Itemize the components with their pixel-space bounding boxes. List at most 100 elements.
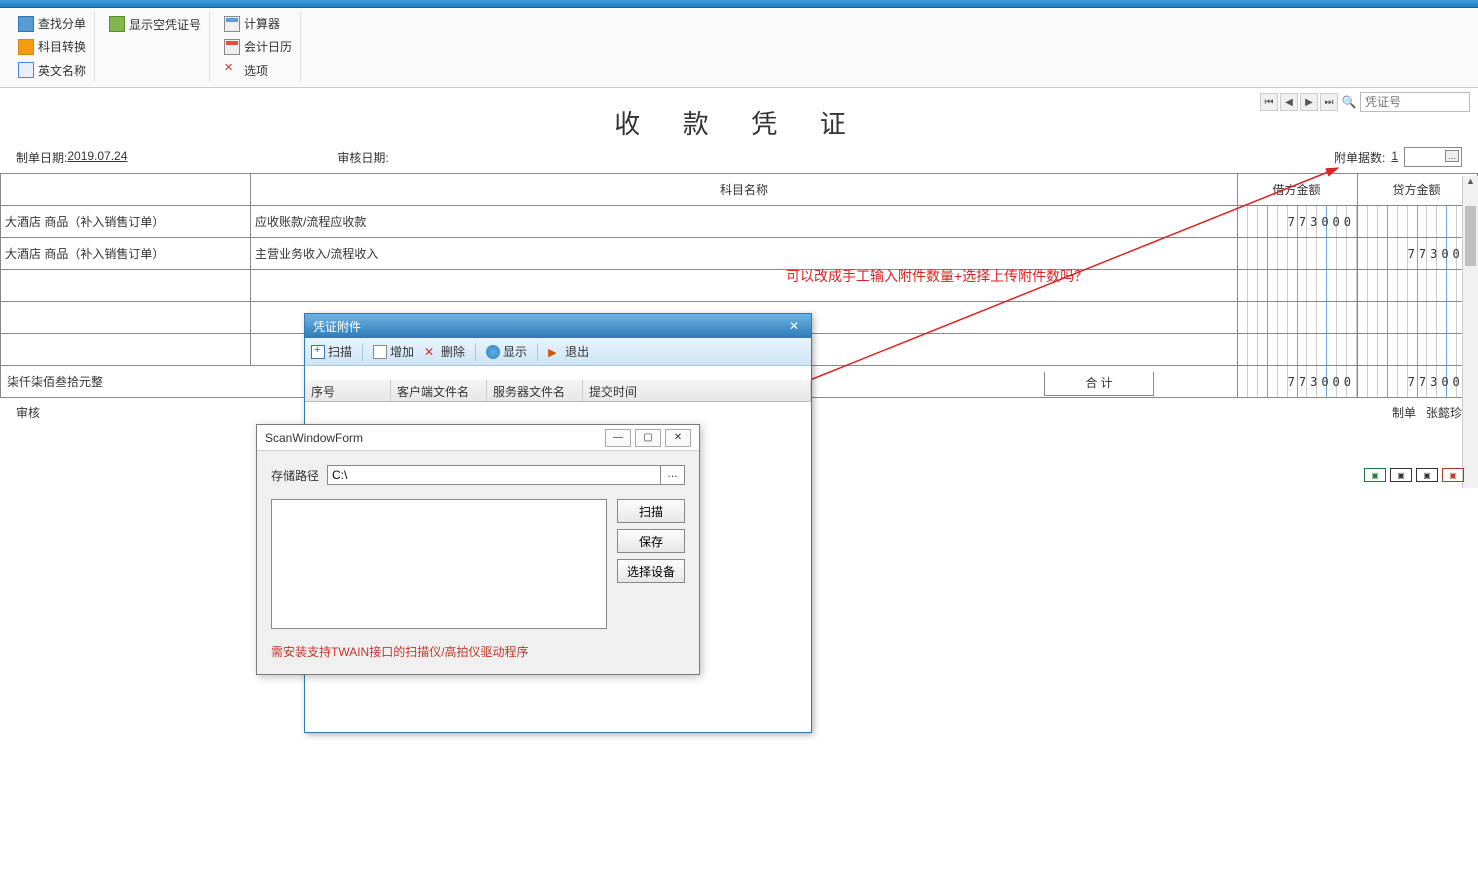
cell-summary[interactable] xyxy=(1,270,251,302)
th-debit: 借方金额 xyxy=(1238,174,1358,206)
options-icon xyxy=(224,62,240,78)
scan-note: 需安装支持TWAIN接口的扫描仪/高拍仪驱动程序 xyxy=(271,643,685,660)
ribbon-label: 选项 xyxy=(244,62,268,79)
cell-summary[interactable] xyxy=(1,302,251,334)
ribbon-label: 会计日历 xyxy=(244,38,292,55)
pager-first[interactable]: ⏮ xyxy=(1260,93,1278,111)
total-credit: 773000 xyxy=(1358,366,1478,398)
switch-icon xyxy=(18,39,34,55)
voucher-title: 收 款 凭 证 xyxy=(0,98,1478,145)
maker-value: 张懿珍 xyxy=(1426,404,1462,421)
th-credit: 贷方金额 xyxy=(1358,174,1478,206)
make-date-value: 2019.07.24 xyxy=(67,149,127,169)
total-debit: 773000 xyxy=(1238,366,1358,398)
cell-summary[interactable]: 大酒店 商品（补入销售订单） xyxy=(1,206,251,238)
ribbon-subject-switch[interactable]: 科目转换 xyxy=(18,37,86,56)
cell-subject[interactable] xyxy=(251,270,1238,302)
cell-credit[interactable] xyxy=(1358,206,1478,238)
ribbon: 查找分单 科目转换 英文名称 显示空凭证号 计算器 会计日历 选项 xyxy=(0,8,1478,88)
pager-prev[interactable]: ◀ xyxy=(1280,93,1298,111)
cell-summary[interactable] xyxy=(1,334,251,366)
scan-window: ScanWindowForm — ▢ ✕ 存储路径 ... 扫描 保存 选择设备… xyxy=(256,424,700,675)
toolbar-delete[interactable]: 删除 xyxy=(424,343,465,360)
attach-picker[interactable]: ... xyxy=(1404,147,1462,167)
attach-count-label: 附单据数: xyxy=(1334,149,1385,169)
pager-next[interactable]: ▶ xyxy=(1300,93,1318,111)
ribbon-options[interactable]: 选项 xyxy=(224,61,292,80)
scan-icon xyxy=(311,345,325,359)
ribbon-label: 显示空凭证号 xyxy=(129,16,201,33)
show-icon xyxy=(486,345,500,359)
ellipsis-icon[interactable]: ... xyxy=(1445,150,1459,162)
calculator-icon xyxy=(224,16,240,32)
path-input[interactable] xyxy=(328,466,660,484)
pager-last[interactable]: ⏭ xyxy=(1320,93,1338,111)
status-icon-bar: ▣ ▣ ▣ ▣ xyxy=(1364,468,1464,482)
grid-icon xyxy=(18,16,34,32)
minimize-button[interactable]: — xyxy=(605,429,631,447)
pager: ⏮ ◀ ▶ ⏭ 🔍 xyxy=(1260,92,1470,112)
cell-subject[interactable]: 应收账款/流程应收款 xyxy=(251,206,1238,238)
toolbar-scan[interactable]: 扫描 xyxy=(311,343,352,360)
th-subject: 科目名称 xyxy=(251,174,1238,206)
status-icon[interactable]: ▣ xyxy=(1390,468,1412,482)
toolbar-show[interactable]: 显示 xyxy=(486,343,527,360)
attachment-grid-header: 序号 客户端文件名 服务器文件名 提交时间 xyxy=(305,380,811,402)
ribbon-label: 查找分单 xyxy=(38,15,86,32)
empty-voucher-icon xyxy=(109,16,125,32)
cell-debit[interactable] xyxy=(1238,238,1358,270)
cell-credit[interactable] xyxy=(1358,270,1478,302)
exit-icon xyxy=(548,345,562,359)
select-device-button[interactable]: 选择设备 xyxy=(617,559,685,583)
english-icon xyxy=(18,62,34,78)
voucher-number-input[interactable] xyxy=(1360,92,1470,112)
scan-preview xyxy=(271,499,607,629)
cell-debit[interactable] xyxy=(1238,334,1358,366)
vertical-scrollbar[interactable]: ▲ xyxy=(1462,176,1478,488)
cell-debit[interactable]: 773000 xyxy=(1238,206,1358,238)
cell-credit[interactable] xyxy=(1358,302,1478,334)
cell-debit[interactable] xyxy=(1238,270,1358,302)
status-icon[interactable]: ▣ xyxy=(1416,468,1438,482)
audit-date-label: 审核日期: xyxy=(337,149,388,169)
scan-button[interactable]: 扫描 xyxy=(617,499,685,523)
status-icon[interactable]: ▣ xyxy=(1364,468,1386,482)
ribbon-calendar[interactable]: 会计日历 xyxy=(224,37,292,56)
cell-credit[interactable] xyxy=(1358,334,1478,366)
save-button[interactable]: 保存 xyxy=(617,529,685,553)
ribbon-show-empty-voucher[interactable]: 显示空凭证号 xyxy=(109,14,201,34)
app-title-bar xyxy=(0,0,1478,8)
col-server: 服务器文件名 xyxy=(487,380,583,401)
maximize-button[interactable]: ▢ xyxy=(635,429,661,447)
scan-window-title: ScanWindowForm xyxy=(265,431,363,445)
ribbon-label: 科目转换 xyxy=(38,38,86,55)
status-icon[interactable]: ▣ xyxy=(1442,468,1464,482)
th-summary xyxy=(1,174,251,206)
attachment-toolbar: 扫描 增加 删除 显示 退出 xyxy=(305,338,811,366)
ribbon-label: 计算器 xyxy=(244,15,280,32)
maker-label: 制单 xyxy=(1392,404,1416,421)
ribbon-find-split[interactable]: 查找分单 xyxy=(18,14,86,33)
col-no: 序号 xyxy=(305,380,391,401)
toolbar-add[interactable]: 增加 xyxy=(373,343,414,360)
path-field[interactable]: ... xyxy=(327,465,685,485)
toolbar-exit[interactable]: 退出 xyxy=(548,343,589,360)
attachment-dialog-title: 凭证附件 xyxy=(313,318,361,335)
cell-subject[interactable]: 主营业务收入/流程收入 xyxy=(251,238,1238,270)
add-icon xyxy=(373,345,387,359)
close-icon[interactable]: ✕ xyxy=(785,319,803,333)
close-button[interactable]: ✕ xyxy=(665,429,691,447)
attach-count-value: 1 xyxy=(1391,149,1398,169)
delete-icon xyxy=(424,345,438,359)
cell-debit[interactable] xyxy=(1238,302,1358,334)
ribbon-label: 英文名称 xyxy=(38,62,86,79)
ribbon-english-name[interactable]: 英文名称 xyxy=(18,61,86,80)
cell-summary[interactable]: 大酒店 商品（补入销售订单） xyxy=(1,238,251,270)
make-date-label: 制单日期: xyxy=(16,149,67,169)
audit-label: 审核 xyxy=(16,404,40,421)
ribbon-calculator[interactable]: 计算器 xyxy=(224,14,292,33)
browse-button[interactable]: ... xyxy=(660,466,684,484)
path-label: 存储路径 xyxy=(271,467,319,484)
cell-credit[interactable]: 773000 xyxy=(1358,238,1478,270)
total-label: 合 计 xyxy=(1044,372,1154,396)
